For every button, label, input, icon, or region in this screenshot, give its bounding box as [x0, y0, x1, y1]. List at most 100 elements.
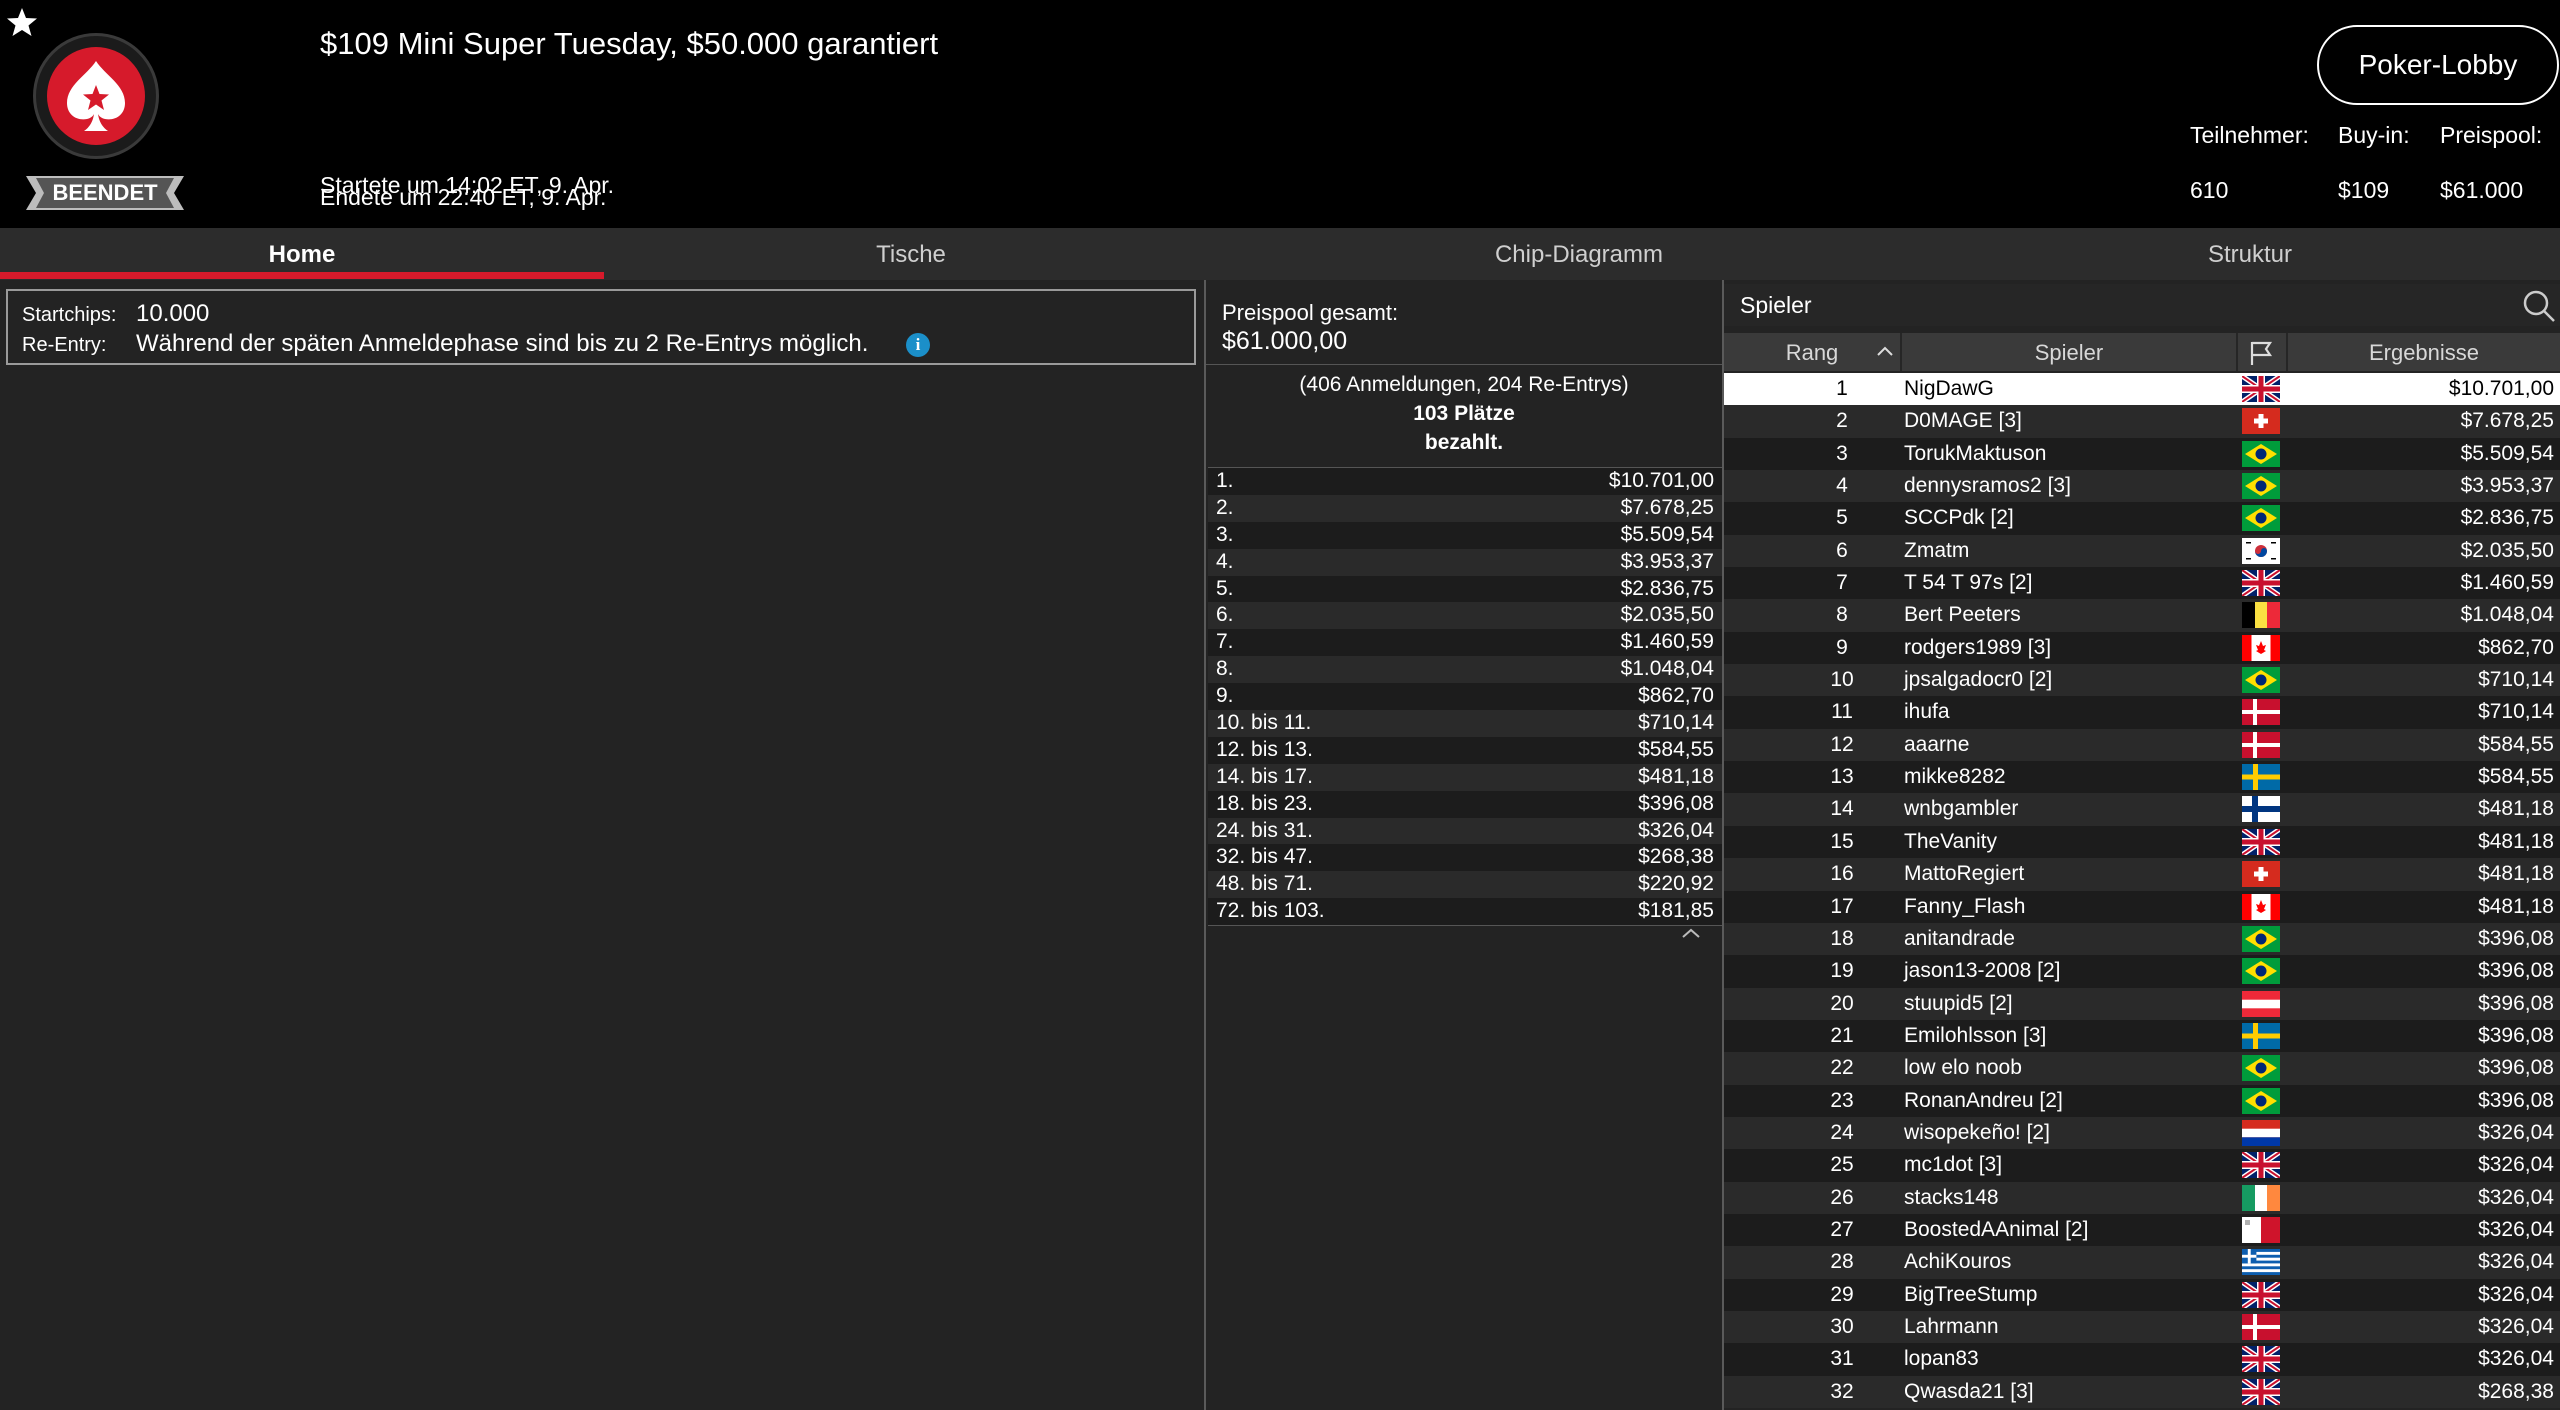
player-row[interactable]: 18 anitandrade $396,08: [1724, 922, 2560, 956]
payout-place: 72. bis 103.: [1216, 899, 1325, 923]
country-flag-icon: [2242, 505, 2280, 532]
player-name: stuupid5 [2]: [1904, 991, 2013, 1015]
player-result: $710,14: [2478, 668, 2554, 692]
search-icon[interactable]: [2522, 289, 2556, 323]
payout-amount: $862,70: [1638, 684, 1714, 708]
player-result: $396,08: [2478, 959, 2554, 983]
player-row[interactable]: 28 AchiKouros $326,04: [1724, 1246, 2560, 1279]
chevron-up-icon[interactable]: [1680, 926, 1702, 940]
player-row[interactable]: 21 Emilohlsson [3] $396,08: [1724, 1019, 2560, 1053]
payout-place: 1.: [1216, 469, 1234, 492]
tab-tables[interactable]: Tische: [604, 228, 1218, 280]
player-row[interactable]: 7T 54 T 97s [2] $1.460,59: [1724, 567, 2560, 600]
payout-row: 3. $5.509,54: [1208, 521, 1722, 549]
country-flag-icon: [2242, 764, 2280, 791]
player-row[interactable]: 20 stuupid5 [2] $396,08: [1724, 987, 2560, 1020]
player-result: $584,55: [2478, 765, 2554, 789]
column-rank[interactable]: Rang: [1724, 333, 1900, 371]
payout-row: 5. $2.836,75: [1208, 575, 1722, 603]
player-name: T 54 T 97s [2]: [1904, 571, 2033, 595]
payout-row: 12. bis 13. $584,55: [1208, 736, 1722, 764]
player-name: aaarne: [1904, 732, 1970, 756]
player-row[interactable]: 25 mc1dot [3] $326,04: [1724, 1149, 2560, 1182]
player-result: $326,04: [2478, 1282, 2554, 1306]
player-row[interactable]: 11 ihufa $710,14: [1724, 696, 2560, 729]
player-name: RonanAndreu [2]: [1904, 1088, 2063, 1112]
player-row[interactable]: 12 aaarne $584,55: [1724, 728, 2560, 762]
payout-table: 1. $10.701,00 2. $7.678,25 3. $5.509,54 4. $3.9…: [1208, 467, 1722, 927]
player-row[interactable]: 30 Lahrmann $326,04: [1724, 1310, 2560, 1344]
player-name: lopan83: [1904, 1347, 1979, 1371]
payout-place: 10. bis 11.: [1216, 711, 1312, 735]
player-row[interactable]: 24 wisopekeño! [2] $326,04: [1724, 1116, 2560, 1150]
player-row[interactable]: 14 wnbgambler $481,18: [1724, 793, 2560, 826]
player-row[interactable]: 3 TorukMaktuson $5.509,54: [1724, 437, 2560, 471]
player-name: jason13-2008 [2]: [1904, 959, 2061, 983]
column-player[interactable]: Spieler: [1902, 333, 2236, 371]
player-row[interactable]: 16 MattoRegiert $481,18: [1724, 858, 2560, 891]
player-row[interactable]: 19 jason13-2008 [2] $396,08: [1724, 955, 2560, 988]
player-row[interactable]: 17 Fanny_Flash $481,18: [1724, 890, 2560, 923]
poker-lobby-button[interactable]: Poker-Lobby: [2317, 25, 2559, 105]
tab-chip-chart[interactable]: Chip-Diagramm: [1218, 228, 1940, 280]
info-icon[interactable]: i: [906, 333, 930, 357]
country-flag-icon: [2240, 373, 2282, 405]
country-flag-icon: [2240, 1279, 2282, 1310]
player-name: jpsalgadocr0 [2]: [1904, 668, 2053, 692]
players-header: Spieler: [1724, 284, 2560, 326]
player-row[interactable]: 10 jpsalgadocr0 [2] $710,14: [1724, 664, 2560, 697]
player-result: $396,08: [2478, 1023, 2554, 1047]
player-row[interactable]: 9 rodgers1989 [3] $862,70: [1724, 631, 2560, 665]
country-flag-icon: [2242, 958, 2280, 985]
player-row[interactable]: 6 Zmatm $2.035,50: [1724, 534, 2560, 568]
payout-amount: $1.460,59: [1620, 630, 1714, 654]
player-result: $326,04: [2478, 1120, 2554, 1144]
player-row[interactable]: 5 SCCPdk [2] $2.836,75: [1724, 502, 2560, 535]
player-name: Bert Peeters: [1904, 603, 2021, 627]
payout-amount: $2.035,50: [1620, 603, 1714, 627]
player-row[interactable]: 22 low elo noob $396,08: [1724, 1052, 2560, 1085]
favorite-star-icon[interactable]: [6, 6, 38, 38]
country-flag-icon: [2242, 925, 2280, 952]
tab-structure[interactable]: Struktur: [1940, 228, 2560, 280]
player-row[interactable]: 26 stacks148 $326,04: [1724, 1181, 2560, 1214]
payout-row: 7. $1.460,59: [1208, 629, 1722, 657]
player-row[interactable]: 1 NigDawG $10.701,00: [1724, 373, 2560, 406]
country-flag-icon: [2242, 537, 2280, 564]
payout-amount: $1.048,04: [1620, 657, 1714, 681]
player-row[interactable]: 32 Qwasda21 [3] $268,38: [1724, 1375, 2560, 1408]
flag-icon[interactable]: [2248, 340, 2274, 366]
player-name: ihufa: [1904, 700, 1950, 724]
player-row[interactable]: 2 D0MAGE [3] $7.678,25: [1724, 405, 2560, 438]
country-flag-icon: [2240, 826, 2282, 857]
participants-value: 610: [2190, 177, 2229, 203]
player-name: stacks148: [1904, 1185, 1999, 1209]
player-result: $862,70: [2478, 635, 2554, 659]
player-result: $326,04: [2478, 1250, 2554, 1274]
player-row[interactable]: 27 BoostedAAnimal [2] $326,04: [1724, 1213, 2560, 1247]
player-name: SCCPdk [2]: [1904, 506, 2014, 530]
country-flag-icon: [2242, 440, 2280, 467]
player-row[interactable]: 15 TheVanity $481,18: [1724, 825, 2560, 859]
places-paid-label: bezahlt.: [1424, 431, 1504, 454]
player-row[interactable]: 13 mikke8282 $584,55: [1724, 761, 2560, 794]
player-result: $481,18: [2478, 862, 2554, 886]
status-ribbon: BEENDET: [26, 176, 184, 210]
startchips-label: Startchips:: [22, 304, 117, 326]
player-row[interactable]: 23 RonanAndreu [2] $396,08: [1724, 1084, 2560, 1117]
player-row[interactable]: 31 lopan83 $326,04: [1724, 1343, 2560, 1376]
pokerstars-logo: [33, 33, 159, 159]
player-result: $5.509,54: [2460, 441, 2554, 465]
player-name: wisopekeño! [2]: [1904, 1120, 2050, 1144]
payout-amount: $268,38: [1638, 845, 1714, 869]
players-title: Spieler: [1740, 292, 1812, 318]
player-result: $481,18: [2478, 894, 2554, 918]
payout-amount: $10.701,00: [1608, 469, 1714, 492]
tournament-header: BEENDET $109 Mini Super Tuesday, $50.000…: [0, 0, 2560, 228]
country-flag-icon: [2242, 1087, 2280, 1114]
player-row[interactable]: 29 BigTreeStump $326,04: [1724, 1278, 2560, 1311]
player-row[interactable]: 4 dennysramos2 [3] $3.953,37: [1724, 470, 2560, 503]
column-result[interactable]: Ergebnisse: [2288, 333, 2560, 371]
sort-ascending-icon[interactable]: [1876, 345, 1894, 357]
player-row[interactable]: 8 Bert Peeters $1.048,04: [1724, 599, 2560, 632]
